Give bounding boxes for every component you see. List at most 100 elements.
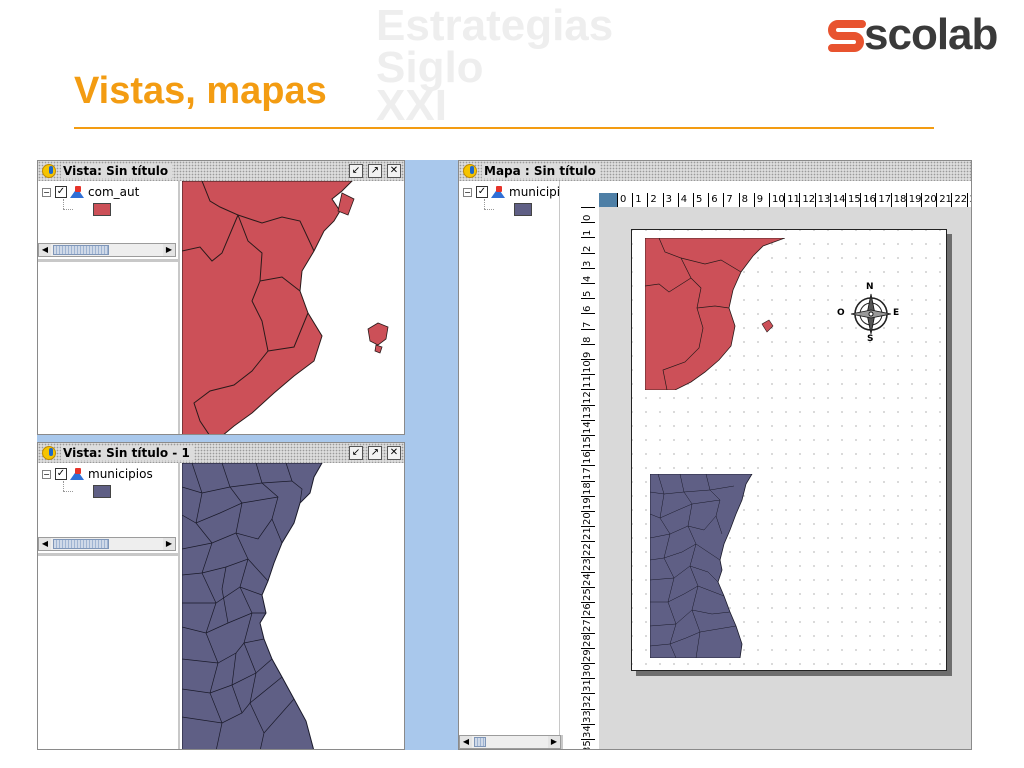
ruler-v-tick: 28 [581, 632, 595, 648]
ruler-v-tick: 3 [581, 252, 595, 268]
ruler-v-tick: 21 [581, 526, 595, 542]
toc-horizontal-scrollbar[interactable]: ◀ ▶ [38, 243, 176, 257]
ruler-v-tick: 34 [581, 723, 595, 739]
layout-canvas[interactable]: N S E O [599, 207, 971, 749]
view-window-2-map[interactable] [182, 463, 404, 749]
map-com-aut [182, 181, 389, 434]
ruler-h-tick: 3 [662, 193, 678, 207]
layer-symbol-swatch[interactable] [93, 485, 111, 498]
toc-layer-com-aut[interactable]: − ✓ com_aut [42, 185, 139, 199]
layer-name[interactable]: com_aut [88, 185, 139, 199]
ruler-h-tick: 14 [829, 193, 846, 207]
vector-layer-icon [70, 468, 84, 480]
ruler-h-tick: 6 [708, 193, 724, 207]
vector-layer-icon [70, 186, 84, 198]
ruler-h-tick: 11 [784, 193, 800, 207]
ruler-v-tick: 17 [581, 465, 595, 481]
ruler-v-tick: 2 [581, 237, 595, 253]
watermark-line-1: Estrategias [376, 1, 614, 50]
layer-name[interactable]: municipios [88, 467, 153, 481]
ruler-v-tick: 0 [581, 207, 595, 223]
scroll-thumb[interactable] [53, 539, 109, 549]
close-icon[interactable]: ✕ [387, 164, 401, 178]
scroll-left-icon[interactable]: ◀ [39, 244, 51, 256]
layer-visibility-checkbox[interactable]: ✓ [476, 186, 488, 198]
ruler-v-tick: 22 [581, 541, 595, 557]
ruler-v-tick: 12 [581, 389, 595, 405]
toc-layer-municipi[interactable]: − ✓ municipi [463, 185, 560, 199]
ruler-h-tick: 20 [921, 193, 937, 207]
toc-splitter[interactable] [38, 553, 178, 556]
south-label: S [867, 334, 874, 344]
view-window-1[interactable]: Vista: Sin título ↙ ↗ ✕ − ✓ com_aut ◀ ▶ [37, 160, 405, 435]
watermark-line-3: XXI [376, 81, 447, 130]
layer-visibility-checkbox[interactable]: ✓ [55, 186, 67, 198]
view-window-2-title: Vista: Sin título - 1 [61, 446, 194, 460]
ruler-v-tick: 15 [581, 435, 595, 451]
brand-logo: scolab [828, 10, 1018, 60]
ruler-v-tick: 31 [581, 678, 595, 694]
close-icon[interactable]: ✕ [387, 446, 401, 460]
layout-divider[interactable] [559, 181, 567, 735]
ruler-v-tick: 6 [581, 298, 595, 314]
ruler-v-tick: 32 [581, 693, 595, 709]
view-window-1-map[interactable] [182, 181, 404, 434]
layout-toc-scrollbar[interactable]: ◀ ▶ [459, 735, 561, 749]
ruler-h-tick: 0 [617, 193, 633, 207]
scroll-thumb[interactable] [53, 245, 109, 255]
scroll-thumb[interactable] [474, 737, 486, 747]
scroll-right-icon[interactable]: ▶ [163, 244, 175, 256]
minimize-icon[interactable]: ↙ [349, 164, 363, 178]
ruler-v-tick: 35 [581, 739, 595, 749]
collapse-icon[interactable]: − [42, 187, 51, 197]
minimize-icon[interactable]: ↙ [349, 446, 363, 460]
ruler-h-tick: 16 [860, 193, 876, 207]
collapse-icon[interactable]: − [463, 187, 472, 197]
view-window-2[interactable]: Vista: Sin título - 1 ↙ ↗ ✕ − ✓ municipi… [37, 442, 405, 750]
scroll-right-icon[interactable]: ▶ [163, 538, 175, 550]
layer-name[interactable]: municipi [509, 185, 560, 199]
layer-symbol-swatch[interactable] [93, 203, 111, 216]
layer-symbol-swatch[interactable] [514, 203, 532, 216]
ruler-h-tick: 8 [738, 193, 754, 207]
layout-page[interactable]: N S E O [631, 229, 947, 671]
ruler-h-tick: 17 [875, 193, 891, 207]
scroll-left-icon[interactable]: ◀ [39, 538, 51, 550]
maximize-icon[interactable]: ↗ [368, 164, 382, 178]
ruler-h-tick: 5 [693, 193, 709, 207]
layout-map-frame-com-aut[interactable] [645, 238, 785, 390]
ruler-v-tick: 7 [581, 313, 595, 329]
ruler-h-tick: 9 [753, 193, 769, 207]
ruler-h-tick: 13 [814, 193, 830, 207]
layout-window-titlebar[interactable]: Mapa : Sin título [459, 161, 971, 181]
layer-visibility-checkbox[interactable]: ✓ [55, 468, 67, 480]
toc-horizontal-scrollbar[interactable]: ◀ ▶ [38, 537, 176, 551]
layout-window-title: Mapa : Sin título [482, 164, 600, 178]
ruler-v-tick: 5 [581, 283, 595, 299]
view-window-2-titlebar[interactable]: Vista: Sin título - 1 ↙ ↗ ✕ [38, 443, 404, 463]
view-window-2-toc: − ✓ municipios ◀ ▶ [38, 463, 180, 749]
scroll-right-icon[interactable]: ▶ [548, 736, 560, 748]
view-window-1-titlebar[interactable]: Vista: Sin título ↙ ↗ ✕ [38, 161, 404, 181]
ruler-v-tick: 26 [581, 602, 595, 618]
application-desktop: Vista: Sin título ↙ ↗ ✕ − ✓ com_aut ◀ ▶ [37, 160, 972, 750]
collapse-icon[interactable]: − [42, 469, 51, 479]
ruler-h-tick: 12 [799, 193, 815, 207]
ruler-h-tick: 22 [951, 193, 967, 207]
map-municipios [182, 463, 323, 749]
gvsig-app-icon [42, 164, 56, 178]
scroll-left-icon[interactable]: ◀ [460, 736, 472, 748]
ruler-v-tick: 24 [581, 571, 595, 587]
ruler-h-tick: 19 [905, 193, 922, 207]
layout-map-frame-municipios[interactable] [650, 474, 754, 658]
ruler-v-tick: 27 [581, 617, 595, 633]
west-label: O [837, 308, 845, 318]
gvsig-app-icon [42, 446, 56, 460]
north-label: N [866, 282, 874, 292]
toc-layer-municipios[interactable]: − ✓ municipios [42, 467, 153, 481]
ruler-v-tick: 16 [581, 450, 595, 466]
layout-window[interactable]: Mapa : Sin título − ✓ municipi ◀ ▶ 0 12 34… [458, 160, 972, 750]
toc-splitter[interactable] [38, 259, 178, 262]
maximize-icon[interactable]: ↗ [368, 446, 382, 460]
east-label: E [893, 308, 900, 318]
